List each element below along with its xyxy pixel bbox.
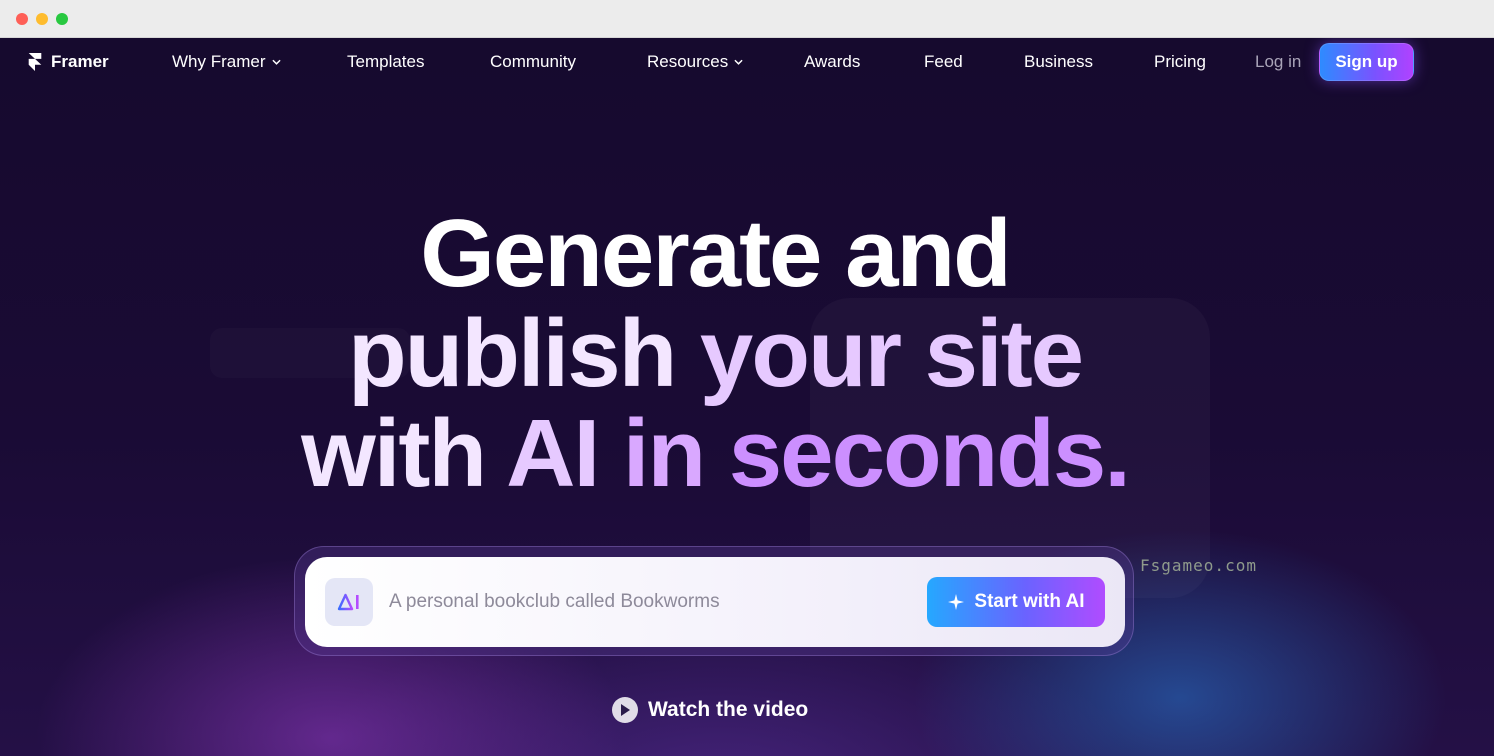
watch-video-label: Watch the video: [648, 698, 809, 721]
hero-word: with: [301, 400, 487, 507]
watch-video-link[interactable]: Watch the video: [612, 696, 808, 724]
nav-business[interactable]: Business: [1024, 52, 1093, 72]
hero-word: publish: [347, 300, 677, 407]
framer-logo[interactable]: Framer: [28, 52, 109, 72]
ai-badge-icon: [325, 578, 373, 626]
start-with-ai-button[interactable]: Start with AI: [927, 577, 1105, 627]
maximize-window-icon[interactable]: [56, 13, 68, 25]
nav-label: Templates: [347, 52, 425, 71]
browser-chrome: [0, 0, 1494, 38]
ai-prompt-bar: Start with AI: [305, 557, 1125, 647]
chevron-down-icon: [271, 59, 281, 65]
ai-logo-icon: [337, 593, 359, 611]
nav-resources[interactable]: Resources: [647, 52, 743, 72]
minimize-window-icon[interactable]: [36, 13, 48, 25]
nav-why-framer[interactable]: Why Framer: [172, 52, 281, 72]
close-window-icon[interactable]: [16, 13, 28, 25]
ai-prompt-container: Start with AI: [294, 546, 1134, 656]
hero-line-3: with AI in seconds.: [0, 404, 1430, 504]
nav-pricing[interactable]: Pricing: [1154, 52, 1206, 72]
chevron-down-icon: [734, 59, 743, 65]
login-link[interactable]: Log in: [1255, 52, 1301, 72]
nav-label: Why Framer: [172, 52, 266, 71]
play-icon: [612, 697, 638, 723]
ai-prompt-input[interactable]: [389, 584, 909, 620]
hero-word: in: [622, 400, 706, 507]
nav-label: Business: [1024, 52, 1093, 71]
hero-word: seconds.: [728, 400, 1131, 507]
nav-label: Resources: [647, 52, 729, 71]
hero-word: your site: [699, 300, 1084, 407]
landing-page: Framer Why Framer Templates Community Re…: [0, 38, 1494, 756]
nav-awards[interactable]: Awards: [804, 52, 860, 72]
framer-logo-icon: [28, 53, 42, 71]
brand-name: Framer: [51, 52, 109, 71]
hero-headline: Generate and publish your site with AI i…: [0, 204, 1430, 504]
hero-word: AI: [506, 400, 600, 507]
watermark-text: Fsgameo.com: [1140, 556, 1257, 575]
nav-community[interactable]: Community: [490, 52, 576, 72]
nav-label: Awards: [804, 52, 861, 71]
nav-feed[interactable]: Feed: [924, 52, 963, 72]
hero-line-2: publish your site: [0, 304, 1430, 404]
signup-button[interactable]: Sign up: [1319, 43, 1414, 81]
top-navigation: Framer Why Framer Templates Community Re…: [0, 38, 1494, 86]
nav-label: Pricing: [1154, 52, 1206, 71]
nav-label: Feed: [924, 52, 963, 71]
nav-label: Community: [490, 52, 576, 71]
start-with-ai-label: Start with AI: [974, 591, 1085, 612]
nav-templates[interactable]: Templates: [347, 52, 424, 72]
sparkle-icon: [948, 594, 965, 610]
hero-line-1: Generate and: [420, 200, 1012, 307]
